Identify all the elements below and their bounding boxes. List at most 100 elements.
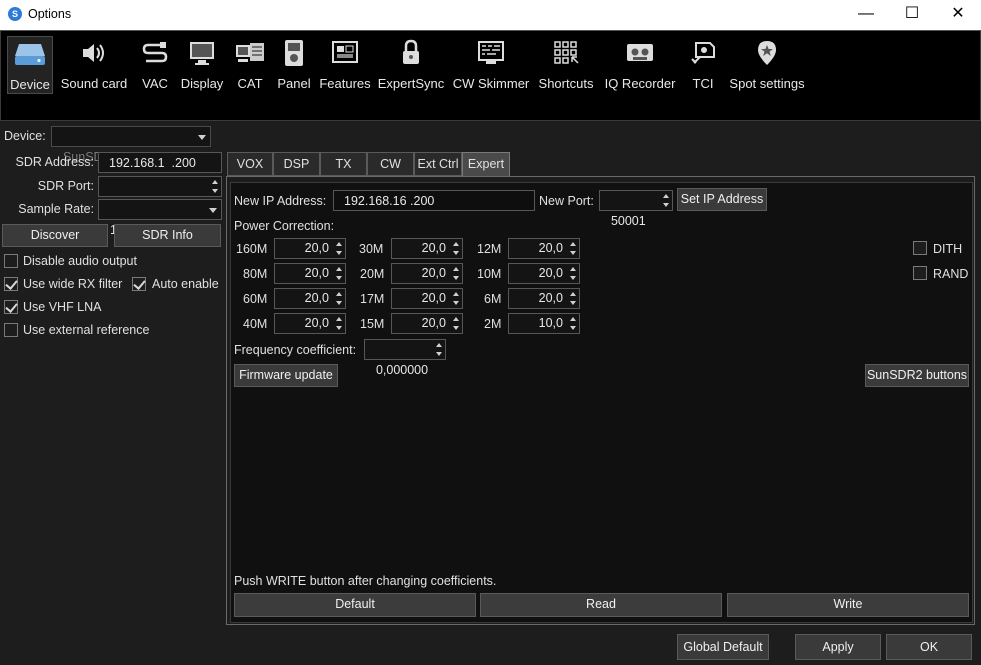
tab-dsp[interactable]: DSP (273, 152, 320, 176)
device-select[interactable]: SunSDR2 (51, 126, 211, 164)
set-ip-address-button[interactable]: Set IP Address (677, 188, 767, 211)
spin-arrows-icon[interactable] (209, 177, 221, 196)
tab-expert[interactable]: Expert (462, 152, 510, 177)
firmware-update-button[interactable]: Firmware update (234, 364, 338, 387)
vhf-lna-checkbox[interactable] (4, 300, 18, 314)
minimize-button[interactable]: — (843, 0, 889, 30)
sample-rate-select[interactable]: 156250 (98, 199, 222, 237)
spin-arrows-icon[interactable] (567, 239, 579, 258)
spin-arrows-icon[interactable] (450, 264, 462, 283)
auto-enable-label: Auto enable (152, 277, 219, 291)
spin-arrows-icon[interactable] (567, 289, 579, 308)
band-power-value: 20,0 (304, 291, 329, 305)
toolbar-features[interactable]: Features (319, 36, 371, 94)
spin-arrows-icon[interactable] (567, 264, 579, 283)
band-label: 30M (359, 242, 384, 256)
toolbar-display[interactable]: Display (179, 36, 225, 94)
spin-arrows-icon[interactable] (333, 239, 345, 258)
waterfall-icon (471, 36, 511, 70)
toolbar-cw-skimmer[interactable]: CW Skimmer (452, 36, 530, 94)
band-power-field[interactable]: 20,0 (391, 288, 463, 309)
maximize-button[interactable]: ☐ (889, 0, 935, 30)
cable-icon (135, 36, 175, 70)
toolbar-tci[interactable]: TCI (689, 36, 717, 94)
toolbar-sound-card[interactable]: Sound card (58, 36, 130, 94)
spin-arrows-icon[interactable] (450, 314, 462, 333)
sdr-address-label: SDR Address: (15, 155, 94, 169)
toolbar-expertsync[interactable]: ExpertSync (378, 36, 444, 94)
toolbar-shortcuts[interactable]: Shortcuts (537, 36, 595, 94)
band-power-value: 20,0 (421, 241, 446, 255)
ok-button[interactable]: OK (886, 634, 972, 660)
band-power-field[interactable]: 20,0 (274, 313, 346, 334)
tab-tx[interactable]: TX (320, 152, 367, 176)
toolbar-vac[interactable]: VAC (138, 36, 172, 94)
discover-button[interactable]: Discover (2, 224, 108, 247)
wide-rx-checkbox[interactable] (4, 277, 18, 291)
band-power-value: 20,0 (538, 291, 563, 305)
band-power-field[interactable]: 20,0 (508, 288, 580, 309)
frequency-coefficient-label: Frequency coefficient: (234, 343, 357, 357)
apply-button[interactable]: Apply (795, 634, 881, 660)
default-button[interactable]: Default (234, 593, 476, 617)
spin-arrows-icon[interactable] (333, 289, 345, 308)
rand-checkbox[interactable] (913, 266, 927, 280)
band-power-value: 20,0 (304, 241, 329, 255)
sdr-info-button[interactable]: SDR Info (114, 224, 221, 247)
write-button[interactable]: Write (727, 593, 969, 617)
spin-arrows-icon[interactable] (333, 314, 345, 333)
toolbar-device[interactable]: Device (7, 36, 53, 94)
disable-audio-checkbox[interactable] (4, 254, 18, 268)
band-power-field[interactable]: 20,0 (508, 263, 580, 284)
band-label: 10M (477, 267, 502, 281)
toolbar-iq-recorder[interactable]: IQ Recorder (603, 36, 677, 94)
spin-arrows-icon[interactable] (567, 314, 579, 333)
new-ip-field[interactable]: 192.168.16 .200 (333, 190, 535, 211)
tape-icon (620, 36, 660, 70)
band-label: 15M (360, 317, 385, 331)
band-label: 60M (243, 292, 268, 306)
new-port-spinbox[interactable]: 50001 (599, 190, 673, 228)
sdr-address-field[interactable]: 192.168.1 .200 (98, 152, 222, 173)
speaker-icon (74, 36, 114, 70)
toolbar-panel[interactable]: Panel (275, 36, 313, 94)
tab-cw[interactable]: CW (367, 152, 414, 176)
toolbar-spot-settings[interactable]: Spot settings (727, 36, 807, 94)
spin-arrows-icon[interactable] (660, 191, 672, 210)
band-label: 160M (236, 242, 268, 256)
read-button[interactable]: Read (480, 593, 722, 617)
band-power-field[interactable]: 20,0 (391, 313, 463, 334)
sdr-port-spinbox[interactable]: 50003 (98, 176, 222, 214)
dith-checkbox[interactable] (913, 241, 927, 255)
wide-rx-label: Use wide RX filter (23, 277, 123, 291)
tab-ext-ctrl[interactable]: Ext Ctrl (414, 152, 462, 176)
global-default-button[interactable]: Global Default (677, 634, 769, 660)
band-power-field[interactable]: 20,0 (274, 263, 346, 284)
spin-arrows-icon[interactable] (450, 239, 462, 258)
band-power-field[interactable]: 20,0 (274, 238, 346, 259)
sunsdr2-buttons-button[interactable]: SunSDR2 buttons (865, 364, 969, 387)
chevron-down-icon (209, 208, 217, 213)
band-power-field[interactable]: 20,0 (391, 263, 463, 284)
close-button[interactable]: ✕ (935, 0, 981, 30)
band-power-field[interactable]: 20,0 (391, 238, 463, 259)
spin-arrows-icon[interactable] (450, 289, 462, 308)
disable-audio-label: Disable audio output (23, 254, 137, 268)
band-power-field[interactable]: 20,0 (508, 238, 580, 259)
frequency-coefficient-spinbox[interactable]: 0,000000 (364, 339, 446, 377)
lock-icon (391, 36, 431, 70)
tab-vox[interactable]: VOX (227, 152, 273, 176)
spin-arrows-icon[interactable] (333, 264, 345, 283)
band-power-value: 20,0 (538, 266, 563, 280)
band-power-field[interactable]: 10,0 (508, 313, 580, 334)
frequency-coefficient-value: 0,000000 (375, 363, 429, 377)
device-panel-icon (274, 36, 314, 70)
app-icon: S (8, 7, 22, 21)
band-power-value: 20,0 (304, 266, 329, 280)
spin-arrows-icon[interactable] (433, 340, 445, 359)
band-power-field[interactable]: 20,0 (274, 288, 346, 309)
toolbar-cat[interactable]: CAT (233, 36, 267, 94)
external-reference-checkbox[interactable] (4, 323, 18, 337)
auto-enable-checkbox[interactable] (132, 277, 146, 291)
hdd-icon (10, 37, 50, 71)
